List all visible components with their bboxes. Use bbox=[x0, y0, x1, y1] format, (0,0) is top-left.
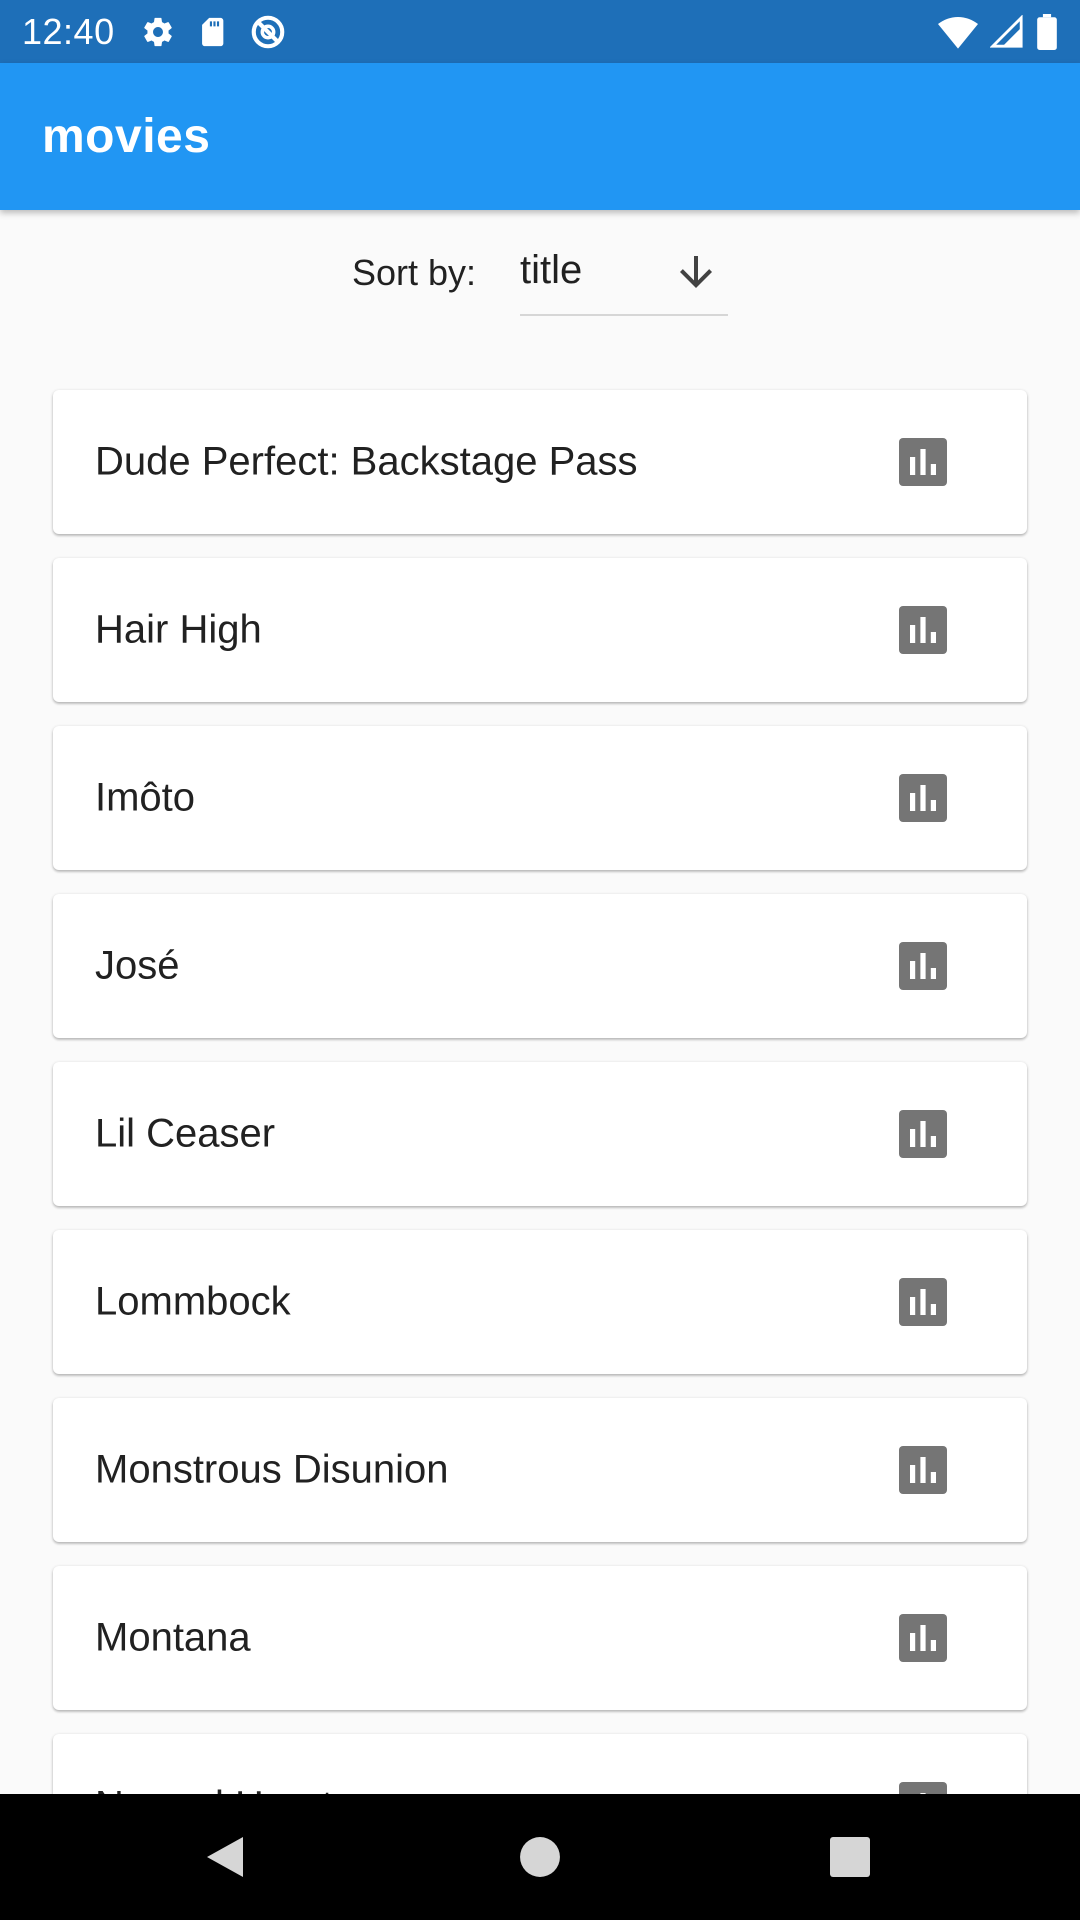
back-icon bbox=[207, 1837, 243, 1877]
status-bar: 12:40 bbox=[0, 0, 1080, 63]
home-button[interactable] bbox=[470, 1794, 610, 1920]
movie-title: Lil Ceaser bbox=[95, 1111, 276, 1156]
bar-chart-icon[interactable] bbox=[899, 1614, 947, 1667]
navigation-bar bbox=[0, 1794, 1080, 1920]
movie-title: Dude Perfect: Backstage Pass bbox=[95, 439, 638, 484]
cell-signal-icon bbox=[990, 14, 1024, 49]
app-bar: movies bbox=[0, 63, 1080, 210]
do-not-disturb-icon bbox=[249, 13, 287, 51]
settings-icon bbox=[141, 15, 175, 49]
bar-chart-icon[interactable] bbox=[899, 1278, 947, 1331]
battery-icon bbox=[1036, 13, 1058, 50]
bar-chart-icon[interactable] bbox=[899, 606, 947, 659]
back-button[interactable] bbox=[155, 1794, 295, 1920]
status-time: 12:40 bbox=[22, 10, 115, 52]
recents-button[interactable] bbox=[780, 1794, 920, 1920]
bar-chart-icon[interactable] bbox=[899, 942, 947, 995]
movie-title: Monstrous Disunion bbox=[95, 1447, 449, 1492]
movie-card[interactable]: Imôto bbox=[53, 726, 1027, 870]
sort-row: Sort by: title bbox=[0, 238, 1080, 318]
movie-title: Lommbock bbox=[95, 1279, 291, 1324]
bar-chart-icon[interactable] bbox=[899, 1446, 947, 1499]
movie-card[interactable]: José bbox=[53, 894, 1027, 1038]
bar-chart-icon[interactable] bbox=[899, 1110, 947, 1163]
movie-title: Imôto bbox=[95, 775, 196, 820]
screen: 12:40 movies Sort by: title Dude Perfect… bbox=[0, 0, 1080, 1920]
home-icon bbox=[520, 1837, 560, 1877]
movie-card[interactable]: Montana bbox=[53, 1566, 1027, 1710]
movie-list: Dude Perfect: Backstage Pass Hair High Imô… bbox=[53, 390, 1027, 1902]
bar-chart-icon[interactable] bbox=[899, 438, 947, 491]
recents-icon bbox=[830, 1837, 870, 1877]
movie-title: Hair High bbox=[95, 607, 262, 652]
movie-card[interactable]: Lil Ceaser bbox=[53, 1062, 1027, 1206]
wifi-icon bbox=[938, 15, 978, 49]
sort-dropdown[interactable]: title bbox=[520, 238, 728, 316]
movie-card[interactable]: Lommbock bbox=[53, 1230, 1027, 1374]
movie-card[interactable]: Dude Perfect: Backstage Pass bbox=[53, 390, 1027, 534]
status-right-icons bbox=[938, 13, 1058, 50]
movie-title: José bbox=[95, 943, 180, 988]
movie-card[interactable]: Monstrous Disunion bbox=[53, 1398, 1027, 1542]
status-left-icons bbox=[141, 13, 287, 51]
sort-label: Sort by: bbox=[352, 252, 477, 293]
movie-title: Montana bbox=[95, 1615, 251, 1660]
sort-selected-value: title bbox=[520, 248, 583, 292]
arrow-down-icon bbox=[672, 248, 720, 301]
bar-chart-icon[interactable] bbox=[899, 774, 947, 827]
page-title: movies bbox=[42, 110, 211, 163]
sd-card-icon bbox=[197, 15, 227, 49]
movie-card[interactable]: Hair High bbox=[53, 558, 1027, 702]
